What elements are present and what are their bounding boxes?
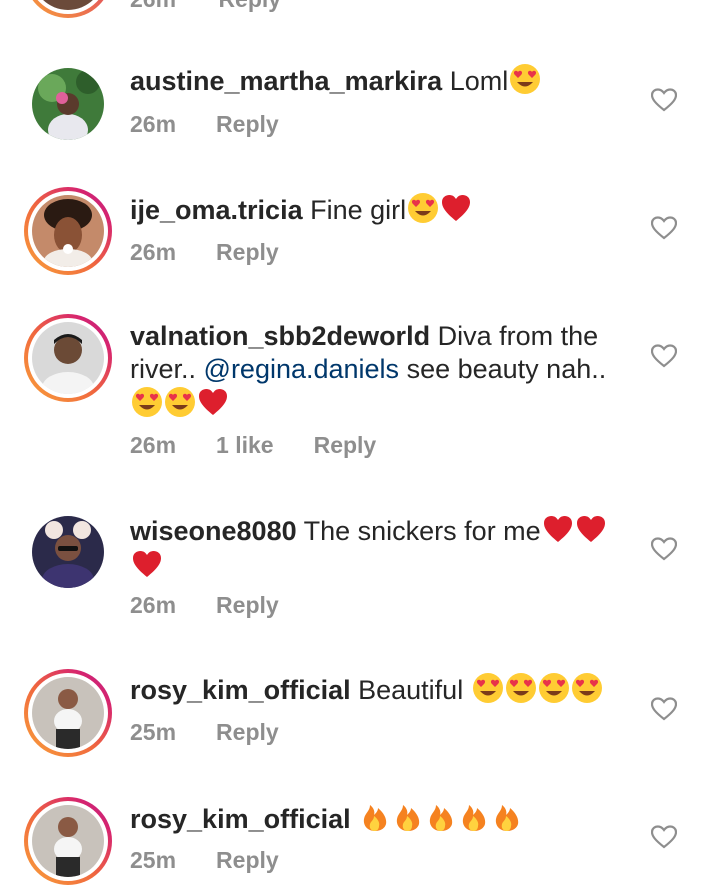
heart-eyes-emoji xyxy=(509,63,541,95)
reply-button[interactable]: Reply xyxy=(314,432,377,458)
fire-emoji xyxy=(392,801,424,833)
heart-outline-icon[interactable] xyxy=(651,344,677,368)
comment-meta: 25m Reply xyxy=(130,847,315,874)
comment-text: Beautiful xyxy=(358,675,464,705)
comment-meta: 25m Reply xyxy=(130,719,315,746)
red-heart-emoji xyxy=(440,192,472,224)
fire-emoji xyxy=(359,801,391,833)
comment-time: 26m xyxy=(130,592,177,618)
comment-body: ije_oma.tricia Fine girl xyxy=(130,192,630,227)
red-heart-emoji xyxy=(131,548,163,580)
fire-emoji xyxy=(458,801,490,833)
avatar[interactable] xyxy=(32,68,104,140)
username-link[interactable]: wiseone8080 xyxy=(130,516,297,546)
fire-emoji xyxy=(425,801,457,833)
heart-eyes-emoji xyxy=(505,672,537,704)
username-link[interactable]: rosy_kim_official xyxy=(130,675,351,705)
reply-button[interactable]: Reply xyxy=(216,592,279,618)
avatar[interactable] xyxy=(32,516,104,588)
comment-time: 26m xyxy=(130,0,176,12)
comment-time: 26m xyxy=(130,111,177,137)
username-link[interactable]: ije_oma.tricia xyxy=(130,195,303,225)
heart-eyes-emoji xyxy=(472,672,504,704)
comment-body: rosy_kim_official xyxy=(130,801,630,836)
red-heart-emoji xyxy=(542,513,574,545)
reply-button[interactable]: Reply xyxy=(216,847,279,873)
comment-text: The snickers for me xyxy=(303,516,541,546)
avatar[interactable] xyxy=(24,669,112,757)
avatar[interactable] xyxy=(24,314,112,402)
comment-meta: 26m Reply xyxy=(130,592,315,619)
comment-meta: 26m 1 like Reply xyxy=(130,432,412,459)
comment-text: Fine girl xyxy=(310,195,407,225)
comment-meta: 26m Reply xyxy=(130,239,315,266)
username-link[interactable]: valnation_sbb2deworld xyxy=(130,321,430,351)
mention-link[interactable]: @regina.daniels xyxy=(204,354,400,384)
comment-meta: 26m Reply xyxy=(130,111,315,138)
like-count[interactable]: 1 like xyxy=(216,432,274,458)
avatar[interactable] xyxy=(24,187,112,275)
red-heart-emoji xyxy=(575,513,607,545)
reply-button[interactable]: Reply xyxy=(216,719,279,745)
heart-eyes-emoji xyxy=(164,386,196,418)
comment-body: austine_martha_markira Loml xyxy=(130,63,630,98)
comment-time: 26m xyxy=(130,239,177,265)
heart-outline-icon[interactable] xyxy=(651,216,677,240)
heart-eyes-emoji xyxy=(538,672,570,704)
heart-outline-icon[interactable] xyxy=(651,537,677,561)
avatar[interactable] xyxy=(24,0,112,18)
heart-eyes-emoji xyxy=(571,672,603,704)
comment-meta: 26m Reply xyxy=(130,0,281,13)
comment-time: 25m xyxy=(130,719,177,745)
reply-button[interactable]: Reply xyxy=(216,111,279,137)
comment-time: 26m xyxy=(130,432,177,458)
comment-text: Loml xyxy=(449,66,509,96)
comment-body: rosy_kim_official Beautiful xyxy=(130,672,630,707)
comment-body: wiseone8080 The snickers for me xyxy=(130,513,630,583)
heart-outline-icon[interactable] xyxy=(651,88,677,112)
heart-eyes-emoji xyxy=(407,192,439,224)
heart-eyes-emoji xyxy=(131,386,163,418)
comment-time: 25m xyxy=(130,847,177,873)
heart-outline-icon[interactable] xyxy=(651,825,677,849)
reply-button[interactable]: Reply xyxy=(218,0,281,12)
reply-button[interactable]: Reply xyxy=(216,239,279,265)
comment-body: valnation_sbb2deworld Diva from the rive… xyxy=(130,320,630,421)
red-heart-emoji xyxy=(197,386,229,418)
username-link[interactable]: austine_martha_markira xyxy=(130,66,442,96)
heart-outline-icon[interactable] xyxy=(651,697,677,721)
fire-emoji xyxy=(491,801,523,833)
comment-text: see beauty nah.. xyxy=(406,354,607,384)
username-link[interactable]: rosy_kim_official xyxy=(130,804,351,834)
avatar[interactable] xyxy=(24,797,112,885)
